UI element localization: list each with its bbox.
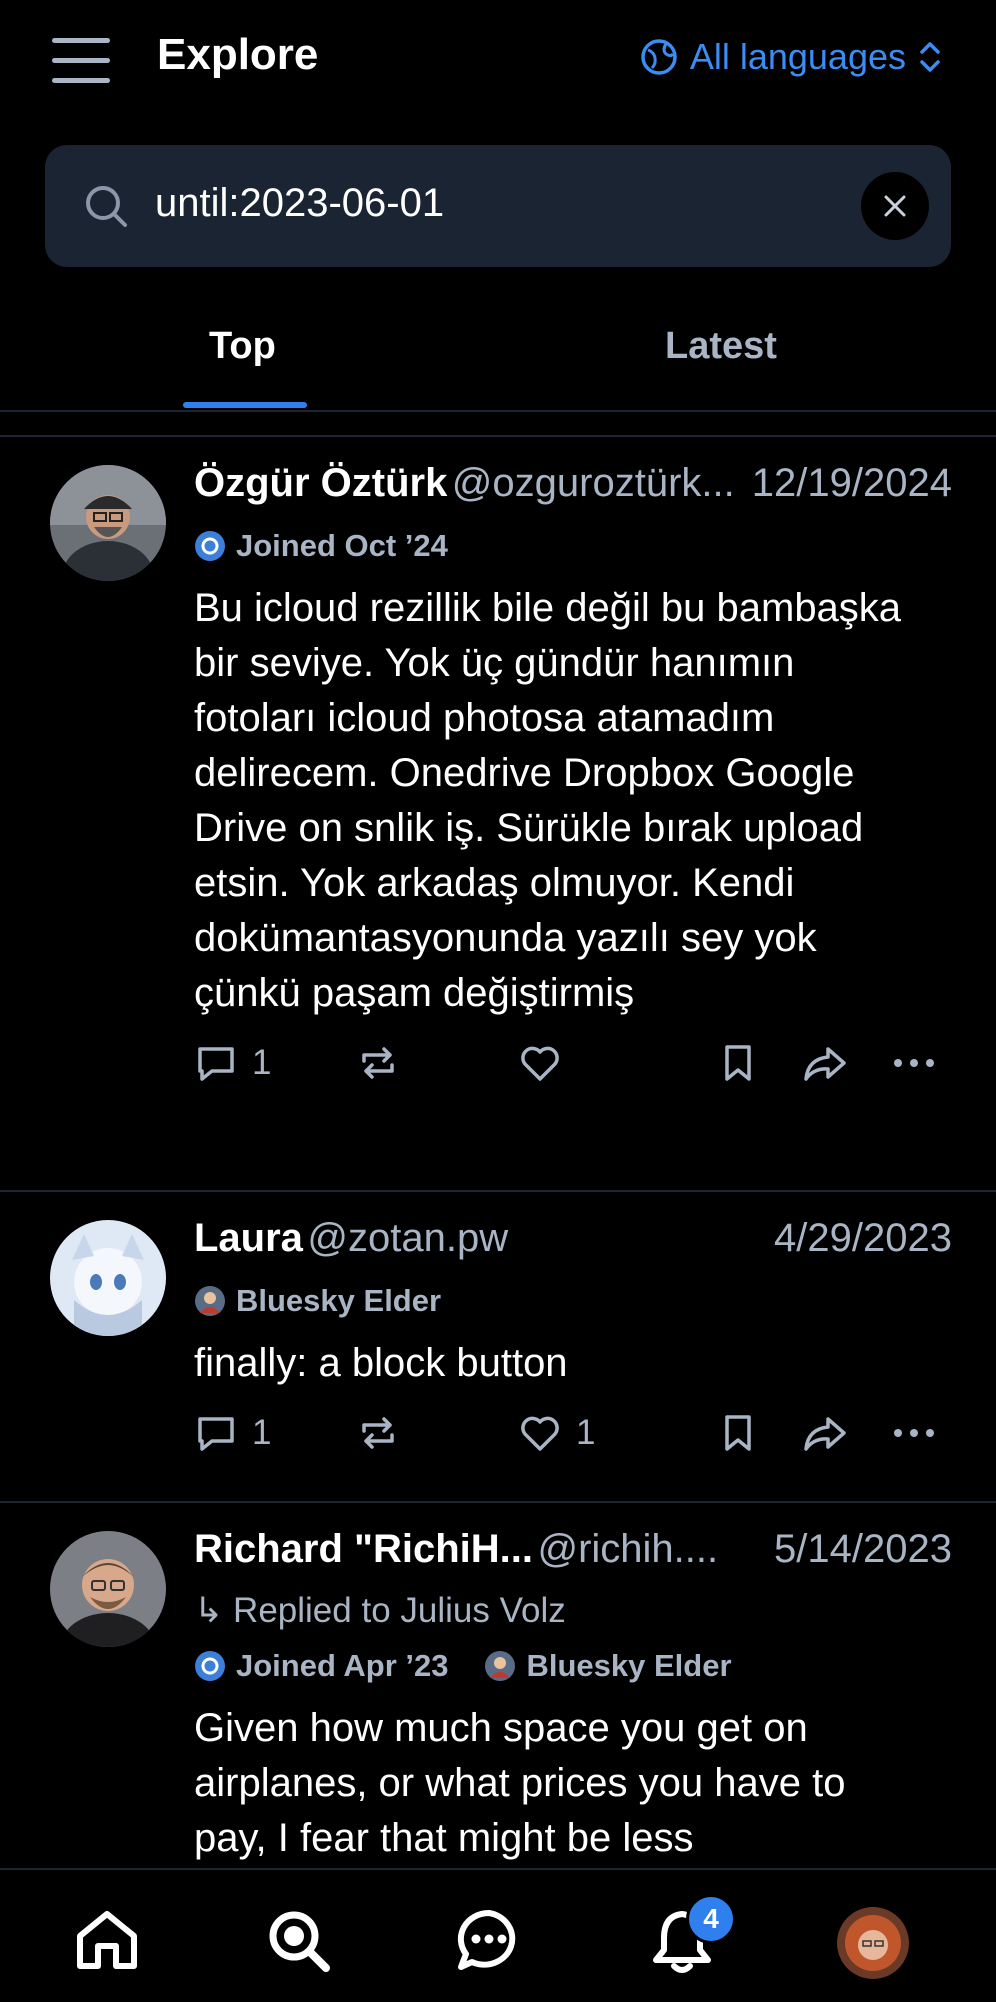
share-icon [804,1417,846,1451]
bookmark-button[interactable] [716,1411,760,1455]
nav-search[interactable] [266,1908,332,1979]
badge-label: Bluesky Elder [236,1283,442,1318]
repost-button[interactable] [356,1041,400,1085]
like-button[interactable] [518,1041,576,1085]
post-date[interactable]: 5/14/2023 [764,1527,952,1572]
chevron-up-down-icon [920,42,940,72]
post-text: finally: a block button [194,1341,568,1385]
tab-top[interactable]: Top [209,325,276,368]
author-handle[interactable]: @ozguroztürk... [452,461,735,505]
notification-count-badge: 4 [686,1894,736,1944]
share-icon [804,1047,846,1081]
joined-badge: Joined Apr ’23 [194,1648,448,1684]
more-icon [894,1429,934,1437]
post[interactable]: Richard "RichiH... @richih.... 5/14/2023… [0,1503,996,1868]
tab-latest[interactable]: Latest [665,325,777,368]
post-date[interactable]: 4/29/2023 [764,1216,952,1261]
comment-icon [198,1417,234,1451]
language-selector[interactable]: All languages [640,36,942,78]
elder-badge-icon [485,1651,516,1681]
tab-bar: Top Latest [0,290,996,412]
like-count: 1 [576,1413,596,1452]
search-input[interactable]: until:2023-06-01 [155,181,444,226]
post[interactable]: Laura @zotan.pw 4/29/2023 Bluesky Elder … [0,1192,996,1503]
reply-count: 1 [252,1043,272,1082]
avatar[interactable] [50,1220,166,1336]
post-text: Given how much space you get on airplane… [194,1706,846,1860]
share-button[interactable] [800,1411,850,1455]
post[interactable]: Özgür Öztürk @ozguroztürk... 12/19/2024 … [0,437,996,1192]
home-icon [77,1911,137,1969]
badge-label: Bluesky Elder [526,1648,732,1683]
clear-search-button[interactable] [861,172,929,240]
repost-icon [362,1417,394,1449]
author-handle[interactable]: @richih.... [537,1527,718,1571]
author-handle[interactable]: @zotan.pw [307,1216,508,1260]
more-options-button[interactable] [892,1411,936,1455]
elder-badge: Bluesky Elder [194,1283,441,1319]
more-icon [894,1059,934,1067]
comment-icon [198,1047,234,1081]
author-name[interactable]: Özgür Öztürk [194,461,447,505]
reply-count: 1 [252,1413,272,1452]
repost-button[interactable] [356,1411,400,1455]
menu-icon[interactable] [52,38,110,84]
profile-avatar[interactable] [837,1907,909,1979]
bookmark-icon [725,1415,751,1451]
language-label: All languages [689,36,906,77]
verified-seal-icon [195,531,225,561]
post-text: Bu icloud rezillik bile değil bu bambaşk… [194,586,902,1015]
search-icon [269,1911,330,1972]
heart-icon [521,1416,559,1451]
author-name[interactable]: Richard "RichiH... [194,1527,533,1571]
post-date[interactable]: 12/19/2024 [741,461,952,506]
badge-label: Joined Apr ’23 [236,1648,449,1683]
repost-icon [362,1047,394,1079]
reply-button[interactable]: 1 [194,1411,271,1455]
bookmark-icon [725,1045,751,1081]
author-name[interactable]: Laura [194,1216,303,1260]
bookmark-button[interactable] [716,1041,760,1085]
search-bar[interactable]: until:2023-06-01 [45,145,951,267]
avatar[interactable] [50,1531,166,1647]
heart-icon [521,1046,559,1081]
nav-home[interactable] [74,1908,140,1977]
verified-seal-icon [195,1651,225,1681]
elder-badge: Bluesky Elder [484,1648,732,1684]
share-button[interactable] [800,1041,850,1085]
page-title: Explore [157,30,319,79]
badge-label: Joined Oct ’24 [236,528,448,563]
joined-badge: Joined Oct ’24 [194,528,448,564]
search-icon [86,186,127,227]
chat-icon [457,1909,516,1970]
avatar[interactable] [50,465,166,581]
replied-to-label[interactable]: ↳ Replied to Julius Volz [194,1591,952,1637]
reply-button[interactable]: 1 [194,1041,271,1085]
globe-icon [641,39,677,75]
nav-chat[interactable] [456,1908,522,1977]
active-tab-indicator [183,402,307,408]
like-button[interactable]: 1 [518,1411,595,1455]
more-options-button[interactable] [892,1041,936,1085]
elder-badge-icon [195,1286,225,1316]
top-bar: Explore All languages [0,0,996,125]
close-icon [884,195,906,217]
